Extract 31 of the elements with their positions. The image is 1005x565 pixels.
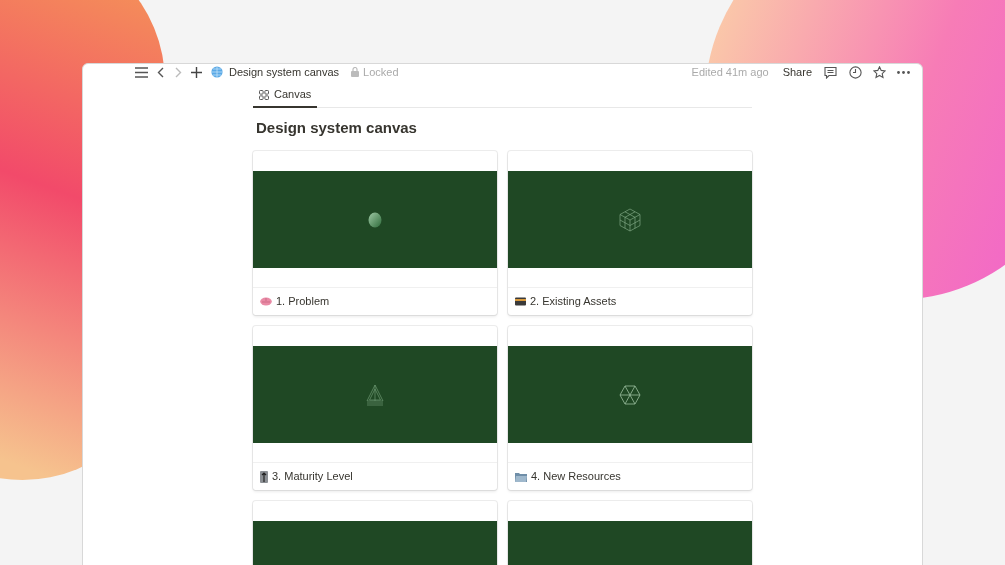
wallet-icon [515, 297, 526, 306]
brain-icon [260, 297, 272, 306]
comment-icon[interactable] [824, 65, 837, 79]
star-icon[interactable] [873, 65, 886, 79]
cube-icon [618, 207, 642, 232]
card-title: 1. Problem [276, 294, 330, 310]
card-title: 3. Maturity Level [272, 469, 353, 485]
tower-icon [260, 470, 268, 483]
page-card[interactable]: 2. Existing Assets [508, 151, 752, 315]
page-card[interactable]: 1. Problem [253, 151, 497, 315]
clock-icon[interactable] [849, 65, 862, 79]
hexagon-icon [619, 384, 641, 405]
card-title: 2. Existing Assets [530, 294, 617, 310]
page-heading: Design system canvas [256, 117, 418, 138]
edited-time: Edited 41m ago [691, 65, 769, 80]
view-tab[interactable]: Canvas [253, 83, 318, 108]
lock-icon [351, 67, 360, 78]
menu-icon[interactable] [135, 66, 148, 78]
page-card[interactable]: 4. New Resources [508, 326, 752, 490]
share-button[interactable]: Share [782, 64, 812, 81]
page-title[interactable]: Design system canvas [229, 64, 340, 81]
plus-icon[interactable] [191, 66, 202, 78]
folder-icon [515, 471, 527, 482]
more-icon[interactable] [897, 70, 910, 74]
locked-label: Locked [363, 65, 399, 80]
page-card[interactable]: 3. Maturity Level [253, 326, 497, 490]
globe-icon [211, 66, 223, 79]
orb-icon [368, 211, 382, 228]
triangle-icon [366, 383, 384, 406]
card-title: 4. New Resources [531, 469, 621, 485]
grid-icon [259, 89, 269, 100]
